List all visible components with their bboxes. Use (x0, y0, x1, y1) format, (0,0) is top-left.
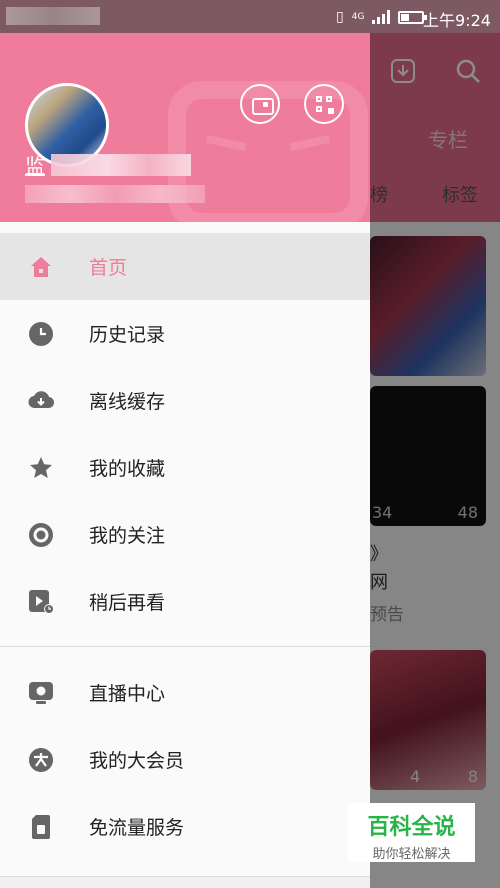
network-type: 4G (351, 12, 365, 22)
user-stats-redacted (25, 185, 205, 203)
cloud-download-icon (28, 390, 54, 408)
status-bar: ▯ 4G 上午9:24 (0, 0, 500, 33)
menu-item-label: 直播中心 (89, 683, 166, 705)
menu-item-label: 离线缓存 (89, 391, 166, 413)
menu-divider (0, 646, 370, 647)
menu-item-history[interactable]: 历史记录 (0, 300, 370, 367)
battery-icon (398, 10, 428, 24)
username-prefix: 监 (25, 154, 45, 178)
signal-icon (372, 10, 391, 24)
menu-item-label: 我的大会员 (89, 750, 185, 772)
vibrate-icon: ▯ (336, 9, 344, 25)
clock-icon (29, 321, 53, 346)
menu-item-live-center[interactable]: 直播中心 (0, 659, 370, 726)
menu-item-label: 我的收藏 (89, 458, 166, 480)
drawer-header: 监 (0, 33, 370, 222)
menu-item-data-free-service[interactable]: 免流量服务 (0, 793, 370, 860)
status-time: 上午9:24 (423, 11, 491, 30)
watermark-subtitle: 助你轻松解决 (372, 847, 451, 862)
sim-card-icon (32, 814, 50, 839)
menu-item-label: 我的关注 (89, 525, 166, 547)
username[interactable]: 监 (25, 150, 191, 179)
notification-icons (6, 7, 100, 25)
menu-item-home[interactable]: 首页 (0, 233, 370, 300)
menu-item-label: 稍后再看 (89, 592, 166, 614)
wallet-icon[interactable] (240, 84, 280, 124)
navigation-drawer: 监 首页 历史记录 离线缓存 我的收藏 我的关注 稍后再看 直播中心 我的大会员… (0, 0, 370, 888)
qr-code-icon[interactable] (304, 84, 344, 124)
menu-item-following[interactable]: 我的关注 (0, 501, 370, 568)
menu-item-watch-later[interactable]: 稍后再看 (0, 568, 370, 635)
follow-icon (29, 522, 53, 547)
home-icon (31, 256, 51, 277)
live-tv-icon (29, 681, 53, 704)
menu-item-vip[interactable]: 我的大会员 (0, 726, 370, 793)
menu-item-offline-cache[interactable]: 离线缓存 (0, 367, 370, 434)
username-redacted (51, 153, 191, 176)
drawer-menu: 首页 历史记录 离线缓存 我的收藏 我的关注 稍后再看 直播中心 我的大会员 免… (0, 233, 370, 860)
watermark-logo: 百科全说 助你轻松解决 (348, 803, 475, 862)
menu-item-label: 首页 (89, 257, 128, 279)
drawer-bottom-edge (0, 876, 370, 888)
menu-item-favorites[interactable]: 我的收藏 (0, 434, 370, 501)
watermark-title: 百科全说 (367, 815, 456, 840)
menu-item-label: 免流量服务 (89, 817, 185, 839)
watch-later-icon (29, 589, 54, 614)
star-icon (30, 456, 52, 478)
menu-item-label: 历史记录 (89, 324, 166, 346)
status-icons: ▯ 4G (336, 8, 428, 26)
vip-icon (29, 747, 53, 772)
